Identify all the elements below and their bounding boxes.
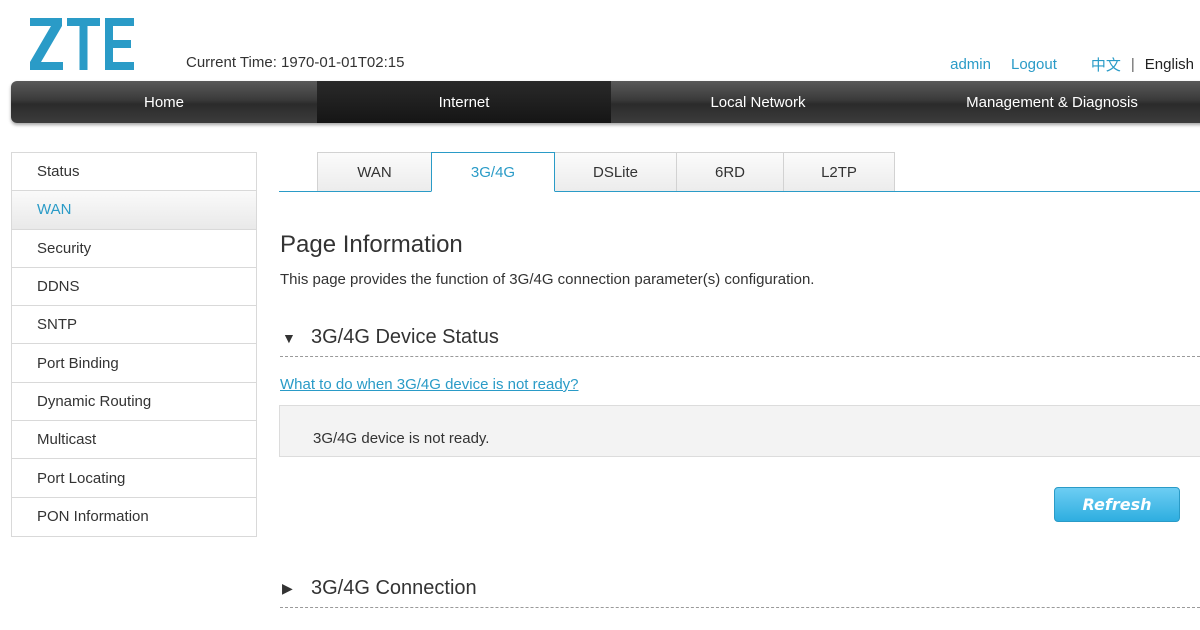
sidebar-item-status[interactable]: Status (12, 153, 256, 192)
main-nav: Home Internet Local Network Management &… (11, 81, 1200, 123)
device-status-text: 3G/4G device is not ready. (313, 430, 490, 447)
sidebar-item-wan[interactable]: WAN (12, 191, 256, 230)
nav-home[interactable]: Home (11, 81, 317, 123)
current-time: Current Time: 1970-01-01T02:15 (186, 54, 405, 71)
sidebar-item-dynamic-routing[interactable]: Dynamic Routing (12, 382, 256, 422)
section-title: 3G/4G Connection (311, 577, 477, 599)
lang-chinese-link[interactable]: 中文 (1091, 54, 1121, 75)
sidebar-item-ddns[interactable]: DDNS (12, 267, 256, 307)
zte-logo (30, 18, 136, 72)
nav-management-diagnosis[interactable]: Management & Diagnosis (905, 81, 1199, 123)
device-help-link[interactable]: What to do when 3G/4G device is not read… (280, 376, 579, 393)
zte-logo-mark (30, 18, 134, 70)
section-connection-header[interactable]: ▶ 3G/4G Connection (280, 570, 1200, 608)
header-links: admin Logout 中文 | English (950, 54, 1194, 75)
tab-dslite[interactable]: DSLite (554, 152, 677, 191)
refresh-button[interactable]: Refresh (1054, 487, 1180, 522)
tab-6rd[interactable]: 6RD (676, 152, 784, 191)
section-device-status-header[interactable]: ▼ 3G/4G Device Status (280, 319, 1200, 357)
tab-3g4g[interactable]: 3G/4G (431, 152, 555, 192)
nav-local-network[interactable]: Local Network (611, 81, 905, 123)
triangle-down-icon: ▼ (282, 329, 296, 346)
device-status-box: 3G/4G device is not ready. (279, 405, 1200, 457)
sidebar-item-port-locating[interactable]: Port Locating (12, 459, 256, 498)
sub-tabs: WAN 3G/4G DSLite 6RD L2TP (317, 152, 895, 192)
page-title: Page Information (280, 231, 463, 258)
sidebar-item-multicast[interactable]: Multicast (12, 421, 256, 460)
admin-link[interactable]: admin (950, 56, 991, 73)
lang-english-link[interactable]: English (1145, 56, 1194, 73)
triangle-right-icon: ▶ (282, 580, 293, 596)
sidebar-item-security[interactable]: Security (12, 229, 256, 268)
nav-internet[interactable]: Internet (317, 81, 611, 123)
tab-wan[interactable]: WAN (317, 152, 432, 191)
lang-separator: | (1130, 56, 1135, 73)
sidebar-item-port-binding[interactable]: Port Binding (12, 344, 256, 383)
page-description: This page provides the function of 3G/4G… (280, 271, 815, 288)
sidebar-item-pon-information[interactable]: PON Information (12, 497, 256, 536)
sidebar: Status WAN Security DDNS SNTP Port Bindi… (11, 152, 257, 537)
logout-link[interactable]: Logout (1011, 56, 1057, 73)
tab-l2tp[interactable]: L2TP (783, 152, 895, 191)
section-title: 3G/4G Device Status (311, 326, 499, 348)
sidebar-item-sntp[interactable]: SNTP (12, 306, 256, 345)
